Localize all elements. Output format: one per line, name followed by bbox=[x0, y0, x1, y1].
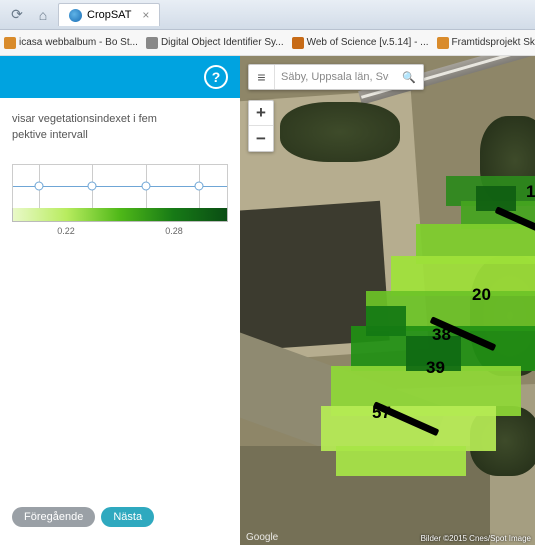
bookmark-item[interactable]: icasa webbalbum - Bo St... bbox=[4, 37, 138, 49]
sidebar-footer: Föregående Nästa bbox=[0, 507, 240, 545]
map[interactable]: 1 19 20 38 39 57 ≡ 🔍 + − Google Bilder ©… bbox=[240, 56, 535, 545]
ie-icon bbox=[69, 9, 82, 22]
browser-tab[interactable]: CropSAT × bbox=[58, 3, 160, 26]
next-button[interactable]: Nästa bbox=[101, 507, 154, 527]
bookmark-item[interactable]: Digital Object Identifier Sy... bbox=[146, 37, 284, 49]
legend: 0.22 0.28 bbox=[12, 164, 228, 238]
annotation-number: 38 bbox=[432, 325, 451, 345]
zoom-control: + − bbox=[248, 100, 274, 152]
sidebar: ? visar vegetationsindexet i fem pektive… bbox=[0, 56, 240, 545]
browser-toolbar: ⟳ ⌂ CropSAT × bbox=[0, 0, 535, 30]
tab-close-icon[interactable]: × bbox=[142, 8, 149, 22]
zoom-in-button[interactable]: + bbox=[249, 101, 273, 126]
map-attribution: Bilder ©2015 Cnes/Spot Image bbox=[421, 534, 531, 543]
zoom-out-button[interactable]: − bbox=[249, 126, 273, 151]
refresh-icon[interactable]: ⟳ bbox=[6, 4, 28, 26]
legend-slider[interactable] bbox=[12, 164, 228, 208]
annotation-number: 39 bbox=[426, 358, 445, 378]
sidebar-header: ? bbox=[0, 56, 240, 98]
annotation-number: 20 bbox=[472, 285, 491, 305]
home-icon[interactable]: ⌂ bbox=[32, 4, 54, 26]
map-search-input[interactable] bbox=[275, 65, 395, 89]
menu-icon[interactable]: ≡ bbox=[249, 65, 275, 89]
bookmark-item[interactable]: Web of Science [v.5.14] - ... bbox=[292, 37, 429, 49]
sidebar-body: visar vegetationsindexet i fem pektive i… bbox=[0, 98, 240, 252]
legend-labels: 0.22 0.28 bbox=[12, 225, 228, 238]
prev-button[interactable]: Föregående bbox=[12, 507, 95, 527]
legend-gradient bbox=[12, 208, 228, 222]
google-logo: Google bbox=[246, 532, 278, 543]
bookmark-item[interactable]: Framtidsprojekt Skara - St... bbox=[437, 37, 535, 49]
tab-title: CropSAT bbox=[87, 9, 131, 21]
annotation-number: 57 bbox=[372, 403, 391, 423]
search-icon[interactable]: 🔍 bbox=[395, 65, 423, 89]
vegetation-overlay: 1 19 20 38 39 57 bbox=[296, 146, 535, 476]
app-body: ? visar vegetationsindexet i fem pektive… bbox=[0, 56, 535, 545]
bookmarks-bar: icasa webbalbum - Bo St... Digital Objec… bbox=[0, 30, 535, 56]
sidebar-description: visar vegetationsindexet i fem pektive i… bbox=[12, 112, 228, 144]
help-icon[interactable]: ? bbox=[204, 65, 228, 89]
map-search-bar: ≡ 🔍 bbox=[248, 64, 424, 90]
annotation-number: 1 bbox=[526, 182, 535, 202]
